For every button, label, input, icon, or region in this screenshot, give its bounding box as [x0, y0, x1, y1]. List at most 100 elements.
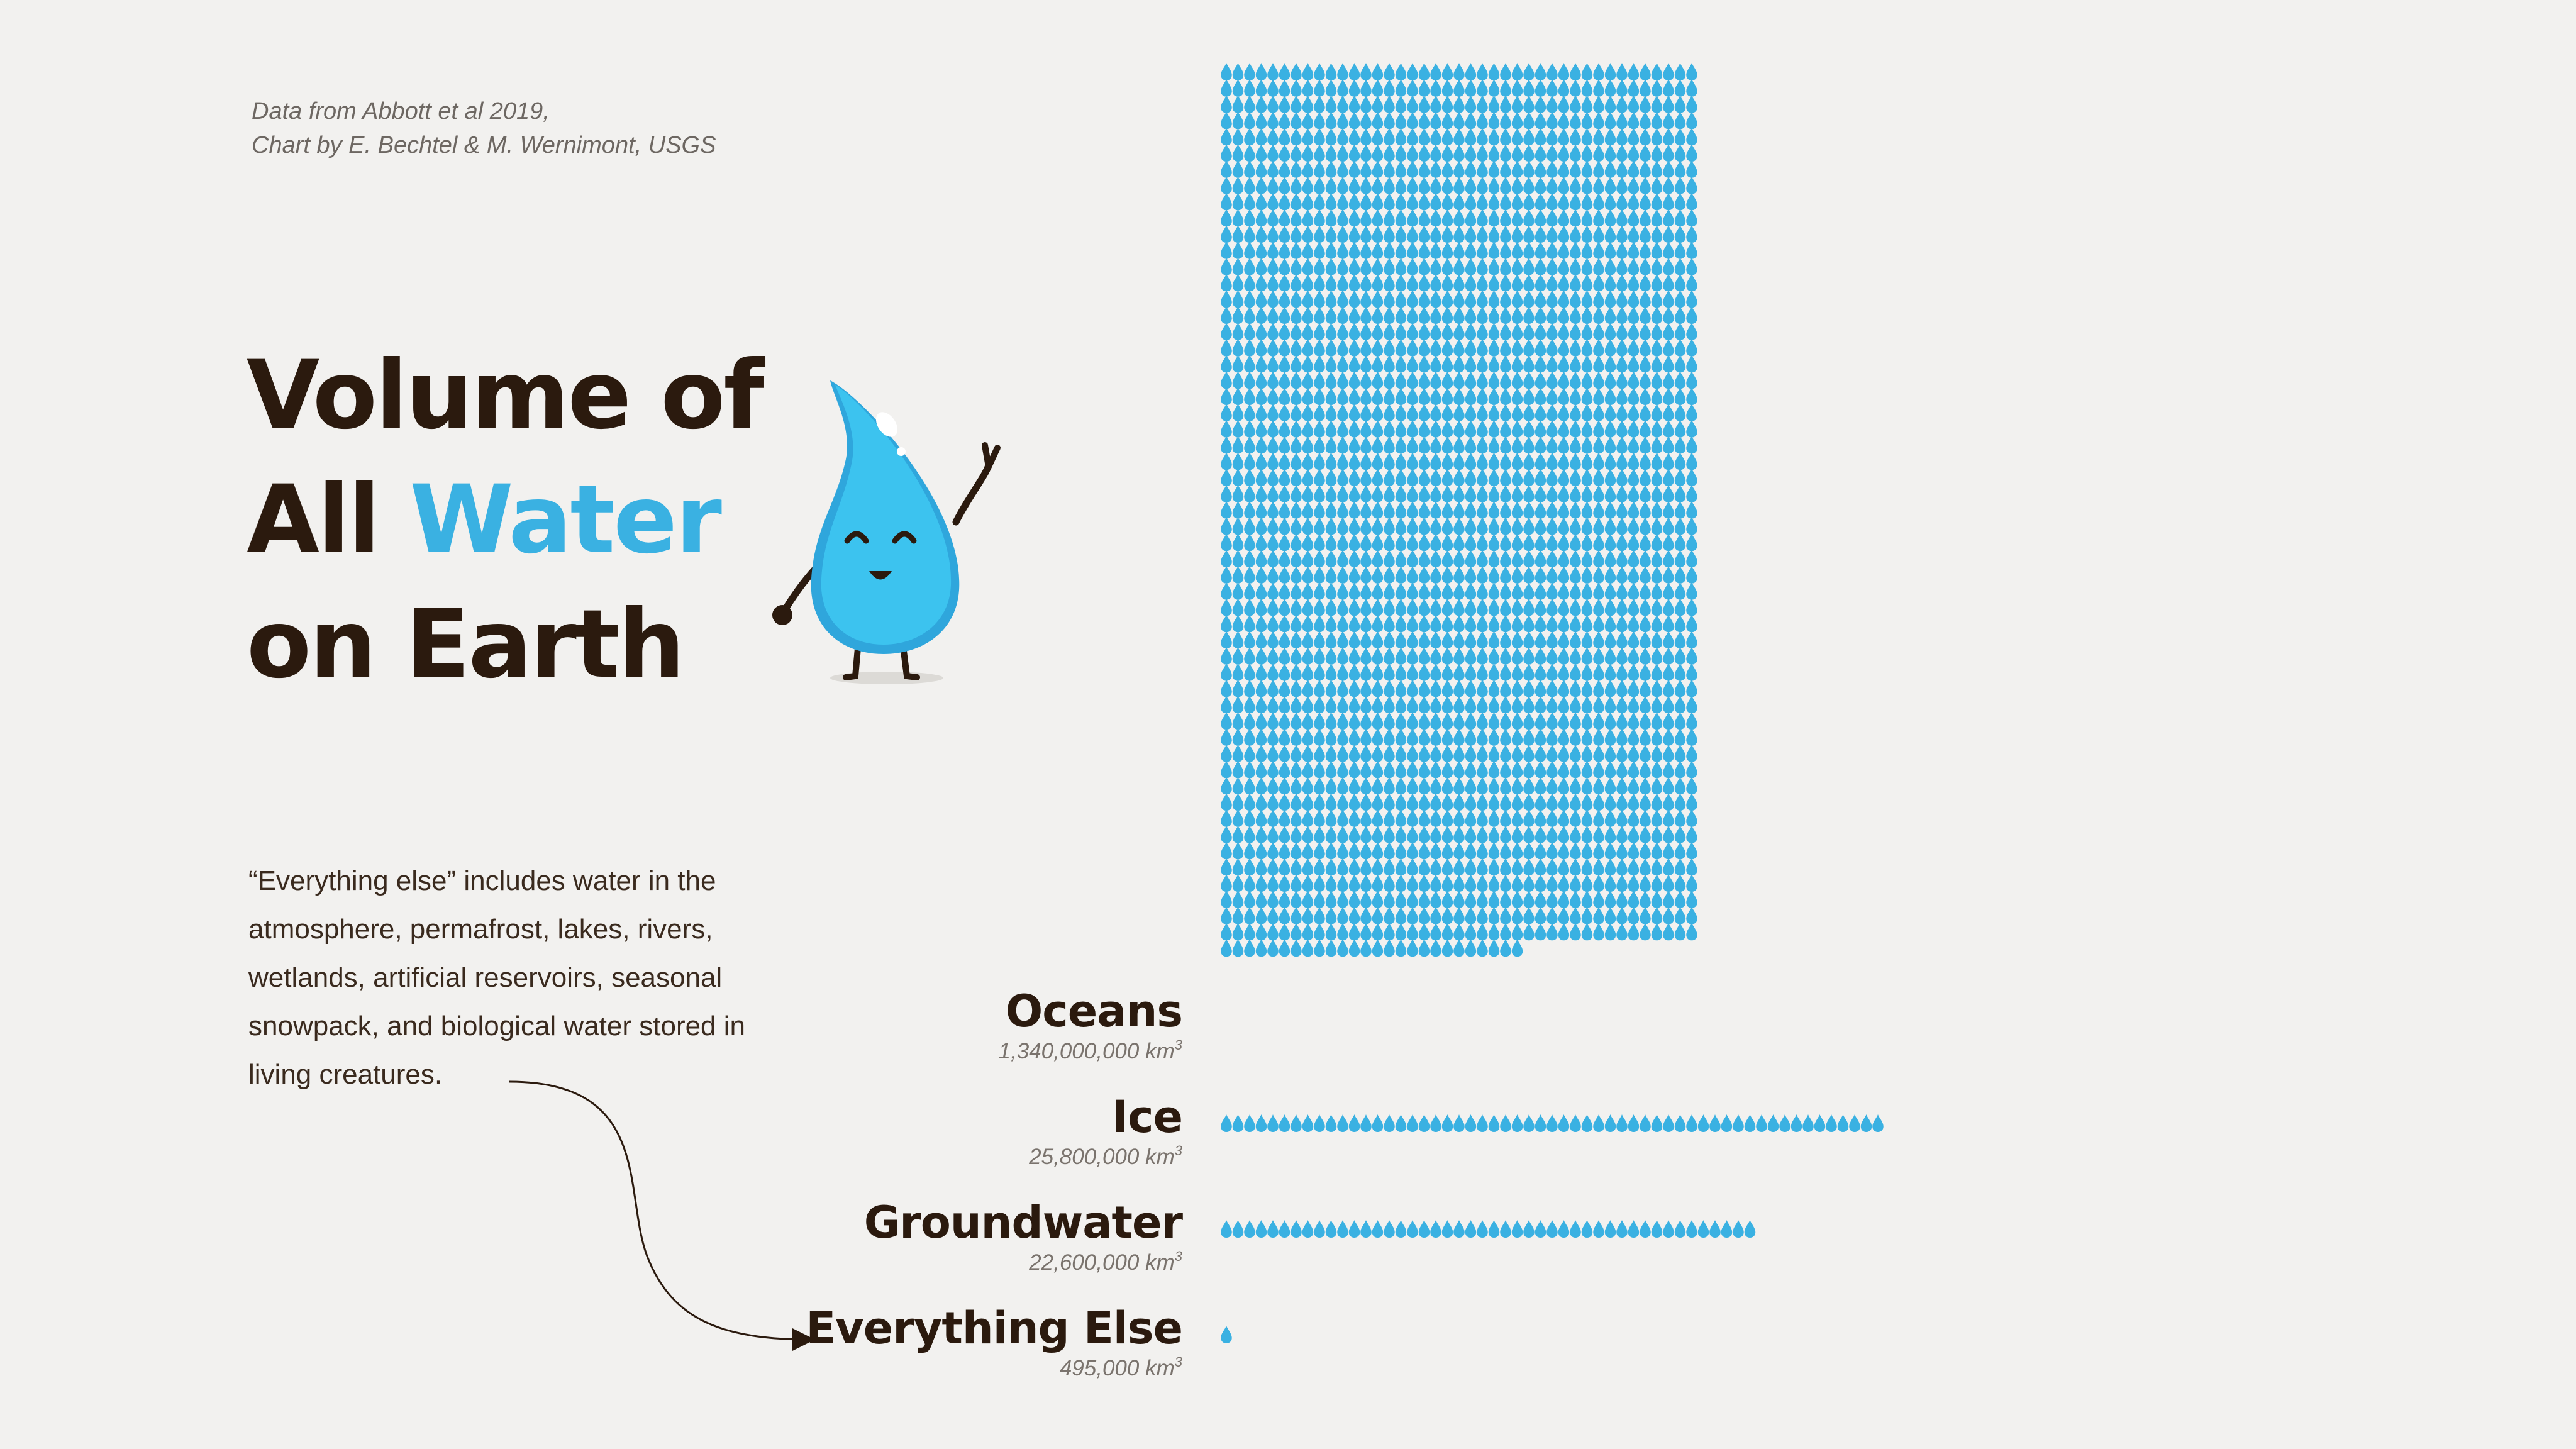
water-drop-icon	[1348, 696, 1360, 714]
water-drop-icon	[1674, 111, 1686, 130]
water-drop-icon	[1663, 582, 1674, 600]
water-drop-icon	[1430, 696, 1441, 714]
water-drop-icon	[1418, 403, 1430, 421]
water-drop-icon	[1523, 419, 1535, 438]
water-drop-icon	[1244, 419, 1255, 438]
water-drop-icon	[1663, 858, 1674, 876]
water-drop-icon	[1291, 809, 1302, 827]
water-drop-icon	[1604, 419, 1616, 438]
water-drop-icon	[1407, 1114, 1418, 1132]
water-drop-icon	[1477, 890, 1488, 908]
water-drop-icon	[1593, 469, 1604, 486]
water-drop-icon	[1232, 631, 1244, 648]
water-drop-icon	[1523, 614, 1535, 633]
water-drop-icon	[1651, 565, 1663, 584]
water-drop-icon	[1453, 290, 1465, 308]
water-drop-icon	[1291, 225, 1302, 243]
water-drop-icon	[1523, 452, 1535, 470]
water-drop-icon	[1500, 160, 1511, 178]
water-drop-icon	[1686, 760, 1697, 779]
water-drop-icon	[1337, 355, 1348, 373]
water-drop-icon	[1221, 290, 1232, 308]
water-drop-icon	[1441, 793, 1453, 811]
water-drop-icon	[1291, 501, 1302, 519]
water-drop-icon	[1384, 484, 1395, 502]
water-drop-icon	[1232, 663, 1244, 681]
water-drop-icon	[1593, 728, 1604, 746]
water-drop-icon	[1674, 128, 1686, 146]
water-drop-icon	[1674, 793, 1686, 811]
water-drop-icon	[1325, 469, 1337, 486]
water-drop-icon	[1477, 484, 1488, 502]
water-drop-icon	[1616, 322, 1628, 340]
water-drop-icon	[1232, 565, 1244, 584]
water-drop-icon	[1360, 744, 1372, 762]
water-drop-icon	[1604, 858, 1616, 876]
water-drop-icon	[1686, 890, 1697, 908]
water-drop-icon	[1232, 306, 1244, 324]
water-drop-icon	[1244, 793, 1255, 811]
water-drop-icon	[1418, 647, 1430, 665]
water-drop-icon	[1302, 274, 1314, 292]
water-drop-icon	[1267, 939, 1279, 957]
water-drop-icon	[1604, 484, 1616, 502]
water-drop-icon	[1372, 225, 1384, 243]
water-drop-icon	[1244, 841, 1255, 860]
water-drop-icon	[1291, 95, 1302, 113]
water-drop-icon	[1488, 1114, 1500, 1132]
water-drop-icon	[1593, 338, 1604, 357]
water-drop-icon	[1348, 209, 1360, 227]
water-drop-icon	[1628, 696, 1640, 714]
water-drop-icon	[1663, 874, 1674, 892]
water-drop-icon	[1418, 484, 1430, 502]
water-drop-icon	[1325, 760, 1337, 779]
water-drop-icon	[1465, 371, 1477, 389]
water-drop-icon	[1686, 111, 1697, 130]
water-drop-icon	[1314, 111, 1325, 130]
water-drop-icon	[1279, 631, 1291, 648]
water-drop-icon	[1348, 306, 1360, 324]
water-drop-icon	[1244, 939, 1255, 957]
water-drop-icon	[1279, 728, 1291, 746]
water-drop-icon	[1604, 241, 1616, 259]
water-drop-icon	[1604, 225, 1616, 243]
water-drop-icon	[1337, 274, 1348, 292]
water-drop-icon	[1593, 793, 1604, 811]
water-drop-icon	[1302, 387, 1314, 405]
water-drop-icon	[1523, 777, 1535, 795]
water-drop-icon	[1348, 598, 1360, 616]
water-drop-icon	[1267, 793, 1279, 811]
water-drop-icon	[1500, 647, 1511, 665]
water-drop-icon	[1453, 257, 1465, 275]
water-drop-icon	[1511, 631, 1523, 648]
water-drop-icon	[1628, 387, 1640, 405]
water-drop-icon	[1511, 874, 1523, 892]
water-drop-icon	[1477, 111, 1488, 130]
water-drop-icon	[1302, 906, 1314, 924]
water-drop-icon	[1395, 192, 1407, 211]
water-drop-icon	[1674, 176, 1686, 194]
water-drop-icon	[1244, 192, 1255, 211]
water-drop-icon	[1651, 241, 1663, 259]
water-drop-icon	[1221, 322, 1232, 340]
water-drop-icon	[1407, 533, 1418, 552]
water-drop-icon	[1628, 906, 1640, 924]
water-drop-icon	[1488, 371, 1500, 389]
water-drop-icon	[1348, 322, 1360, 340]
water-drop-icon	[1581, 793, 1593, 811]
water-drop-icon	[1628, 598, 1640, 616]
water-drop-icon	[1663, 128, 1674, 146]
water-drop-icon	[1686, 663, 1697, 681]
water-drop-icon	[1348, 631, 1360, 648]
water-drop-icon	[1302, 598, 1314, 616]
water-drop-icon	[1395, 858, 1407, 876]
water-drop-icon	[1570, 501, 1581, 519]
water-drop-icon	[1465, 144, 1477, 162]
water-drop-icon	[1302, 257, 1314, 275]
water-drop-icon	[1325, 241, 1337, 259]
water-drop-icon	[1267, 744, 1279, 762]
water-drop-icon	[1616, 614, 1628, 633]
water-drop-icon	[1628, 533, 1640, 552]
water-drop-icon	[1302, 176, 1314, 194]
water-drop-icon	[1465, 192, 1477, 211]
